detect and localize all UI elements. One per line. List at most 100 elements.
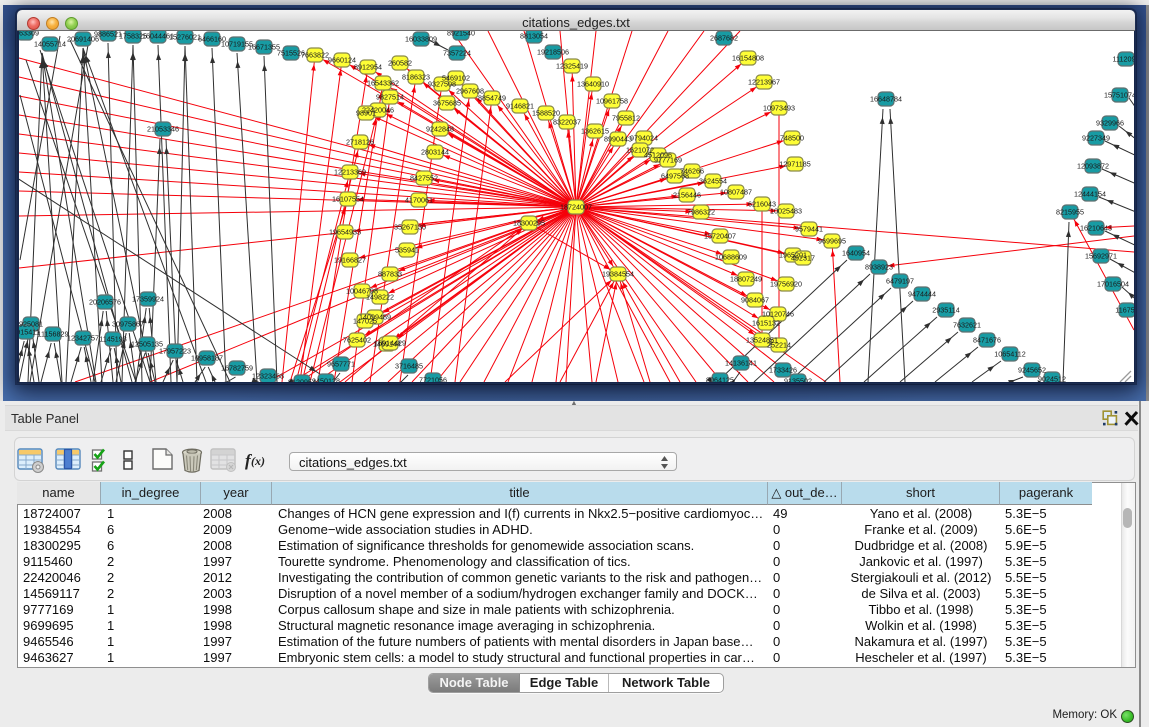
svg-text:9886521: 9886521 [94,31,122,39]
svg-text:14136141: 14136141 [725,359,757,368]
svg-text:7632621: 7632621 [953,321,981,330]
svg-text:15720407: 15720407 [704,232,736,241]
svg-text:9827514: 9827514 [376,93,404,102]
svg-text:9245652: 9245652 [1018,366,1046,375]
svg-text:12342757: 12342757 [67,334,99,343]
svg-text:1063309: 1063309 [19,31,39,38]
svg-text:2803144: 2803144 [421,148,449,157]
svg-text:15751074: 15751074 [1104,91,1134,100]
svg-text:12213967: 12213967 [748,78,780,87]
svg-text:2156446: 2156446 [673,191,701,200]
svg-text:8813054: 8813054 [520,32,548,41]
svg-text:10688609: 10688609 [715,253,747,262]
svg-text:535941: 535941 [395,246,419,255]
svg-text:16782759: 16782759 [221,364,253,373]
svg-text:30975867: 30975867 [112,320,144,329]
svg-text:1498222: 1498222 [366,293,394,302]
svg-text:7986322: 7986322 [687,208,715,217]
svg-text:8322037: 8322037 [553,118,581,127]
svg-text:12971185: 12971185 [779,160,810,169]
svg-text:9135502: 9135502 [784,377,812,383]
svg-text:887833: 887833 [378,270,402,279]
svg-text:147025: 147025 [353,317,377,326]
svg-text:9146821: 9146821 [506,102,534,111]
svg-text:16648784: 16648784 [870,95,902,104]
svg-text:10654112: 10654112 [994,350,1025,359]
svg-text:116753: 116753 [1115,306,1134,315]
svg-text:9777169: 9777169 [654,156,682,165]
svg-text:16543362: 16543362 [367,79,399,88]
svg-text:10961758: 10961758 [596,97,628,106]
svg-text:1588520: 1588520 [532,109,560,118]
svg-text:15276021: 15276021 [169,33,201,42]
svg-text:11156829: 11156829 [37,330,68,339]
svg-text:9242848: 9242848 [426,125,454,134]
svg-text:19166827: 19166827 [334,256,366,265]
svg-text:(x): (x) [251,454,265,468]
svg-text:1640954: 1640954 [842,249,870,258]
svg-text:12323468: 12323468 [252,372,284,381]
svg-text:7955812: 7955812 [612,114,640,123]
svg-text:9579441: 9579441 [795,225,823,234]
svg-text:9660124: 9660124 [328,56,356,65]
svg-text:5469102: 5469102 [442,74,470,83]
svg-text:16154808: 16154808 [732,54,764,63]
svg-text:4170061: 4170061 [405,196,433,205]
svg-text:1615132: 1615132 [752,319,780,328]
svg-text:7625402: 7625402 [343,336,371,345]
svg-text:8854749: 8854749 [478,94,506,103]
svg-text:8471676: 8471676 [973,336,1001,345]
svg-text:35267130: 35267130 [394,223,426,232]
svg-text:19384554: 19384554 [602,270,634,279]
svg-text:19654933: 19654933 [329,228,361,237]
svg-text:16914429: 16914429 [374,339,406,348]
svg-text:18807249: 18807249 [730,275,762,284]
svg-text:6479197: 6479197 [886,277,914,286]
svg-text:9084067: 9084067 [741,296,769,305]
svg-text:6497568: 6497568 [661,172,689,181]
svg-text:10958187: 10958187 [191,354,223,363]
svg-text:12093872: 12093872 [1077,162,1109,171]
svg-text:7663822: 7663822 [301,51,329,60]
svg-text:16033809: 16033809 [405,35,437,44]
svg-text:8427552: 8427552 [410,174,438,183]
svg-text:2935114: 2935114 [932,306,959,315]
svg-text:9657771: 9657771 [327,360,355,369]
svg-text:19756920: 19756920 [770,280,802,289]
svg-text:2687682: 2687682 [710,34,738,43]
svg-text:12444154: 12444154 [1074,190,1106,199]
svg-text:17359924: 17359924 [132,295,164,304]
svg-text:7721056: 7721056 [419,376,447,383]
svg-text:3716485: 3716485 [395,362,423,371]
svg-text:12213369: 12213369 [334,168,366,177]
svg-text:17957223: 17957223 [159,347,191,356]
svg-text:13640910: 13640910 [577,80,609,89]
svg-text:3675685: 3675685 [433,99,461,108]
svg-text:8990443: 8990443 [604,135,632,144]
svg-text:20206576: 20206576 [89,298,121,307]
svg-text:18300295: 18300295 [513,219,545,228]
svg-text:8921540: 8921540 [447,31,475,38]
svg-text:10807487: 10807487 [720,188,752,197]
svg-text:2718126: 2718126 [346,138,374,147]
svg-text:15692971: 15692971 [1085,252,1117,261]
svg-text:1112094: 1112094 [1112,55,1133,64]
svg-text:748500: 748500 [780,134,804,143]
svg-text:1733426: 1733426 [769,366,797,375]
svg-text:17016504: 17016504 [1097,280,1129,289]
svg-text:260582: 260582 [388,59,412,68]
svg-text:10973493: 10973493 [763,104,795,113]
svg-text:16107554: 16107554 [332,195,364,204]
svg-text:9329966: 9329966 [1096,119,1124,128]
svg-text:3624554: 3624554 [699,177,727,186]
svg-text:21053346: 21053346 [147,125,179,134]
svg-text:8186323: 8186323 [402,73,430,82]
svg-text:9227349: 9227349 [1082,134,1110,143]
svg-text:14055714: 14055714 [34,40,66,49]
svg-text:16210643: 16210643 [1080,224,1112,233]
svg-text:8938923: 8938923 [865,263,893,272]
svg-text:9794024: 9794024 [630,134,658,143]
svg-text:19218506: 19218506 [537,48,569,57]
svg-text:8912954: 8912954 [354,63,382,72]
svg-text:9024512: 9024512 [1038,375,1066,383]
